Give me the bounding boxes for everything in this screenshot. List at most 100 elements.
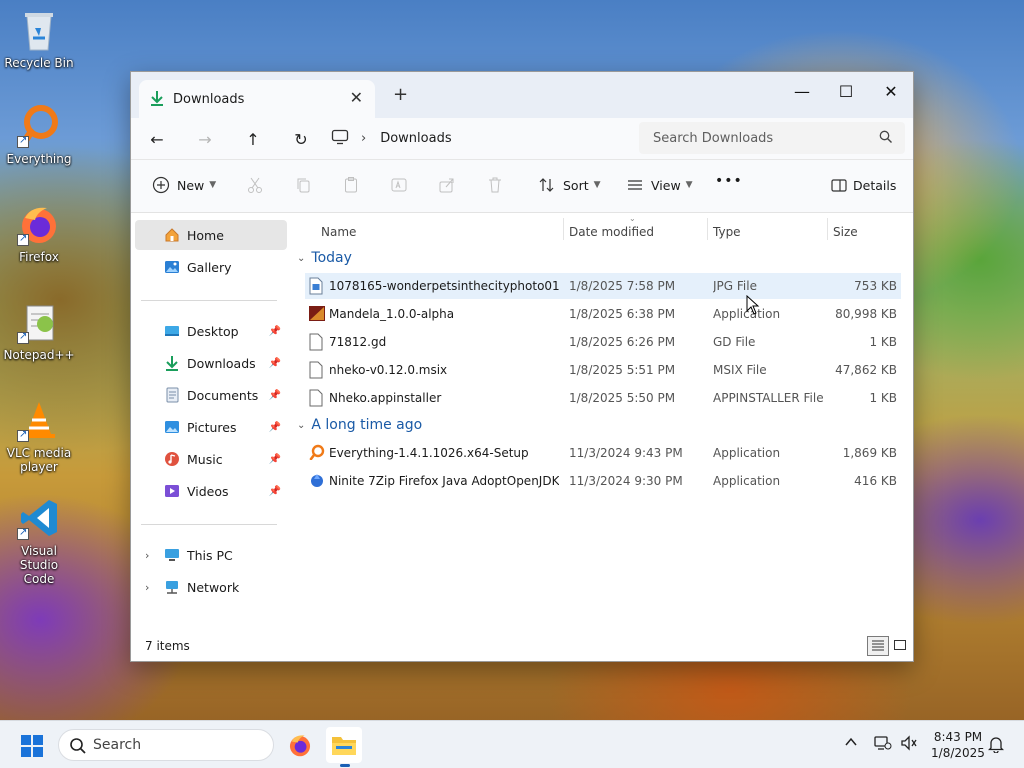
folder-icon [332,737,356,755]
pin-icon[interactable]: 📌 [269,454,281,465]
column-separator[interactable] [707,218,708,240]
taskbar-file-explorer[interactable] [326,727,362,767]
maximize-button[interactable]: ☐ [823,76,869,106]
file-date: 1/8/2025 6:38 PM [569,307,676,321]
group-header-today[interactable]: ⌄ Today [297,250,352,266]
desktop-icon-everything[interactable]: Everything [4,104,74,166]
column-header-type[interactable]: Type [713,220,741,244]
desktop-icon-notepad-plus-plus[interactable]: Notepad++ [3,300,75,362]
notification-bell-icon[interactable] [987,735,1005,757]
sidebar-item-network[interactable]: › Network [135,572,287,602]
desktop-icon-label: Everything [6,152,72,166]
minimize-button[interactable]: — [779,76,825,106]
file-type: GD File [713,335,756,349]
sidebar-item-gallery[interactable]: Gallery [135,252,287,282]
desktop-folder-icon [163,322,181,340]
pin-icon[interactable]: 📌 [269,390,281,401]
group-header-long-ago[interactable]: ⌄ A long time ago [297,417,422,433]
sidebar-item-label: Pictures [187,419,237,435]
network-status-icon[interactable] [874,735,892,755]
file-row[interactable]: Nheko.appinstaller 1/8/2025 5:50 PM APPI… [305,385,901,411]
sidebar-item-this-pc[interactable]: › This PC [135,540,287,570]
details-view-button[interactable] [867,636,889,656]
monitor-icon[interactable] [331,129,349,148]
details-pane-button[interactable]: Details [829,175,896,195]
desktop-icon-firefox[interactable]: Firefox [4,202,74,264]
search-input[interactable]: Search Downloads [639,122,905,154]
sort-button[interactable]: Sort ▼ [537,175,601,195]
close-window-button[interactable]: ✕ [868,76,914,106]
view-button[interactable]: View ▼ [625,175,693,195]
chevron-down-icon: ▼ [685,180,693,190]
sidebar-item-label: Network [187,579,240,595]
taskbar-search-box[interactable]: Search [58,729,274,761]
clipboard-icon [341,175,361,195]
file-row[interactable]: Everything-1.4.1.1026.x64-Setup 11/3/202… [305,440,901,466]
taskbar-firefox[interactable] [282,727,318,763]
sidebar-item-label: This PC [187,547,233,563]
pin-icon[interactable]: 📌 [269,358,281,369]
share-button[interactable] [437,175,457,195]
chevron-right-icon[interactable]: › [145,581,149,594]
file-type: JPG File [713,279,757,293]
file-row[interactable]: 71812.gd 1/8/2025 6:26 PM GD File 1 KB [305,329,901,355]
shortcut-arrow-icon [17,330,29,344]
download-arrow-icon [149,90,165,109]
breadcrumb-downloads[interactable]: Downloads [380,131,451,146]
up-button[interactable]: ↑ [241,127,265,151]
chevron-right-icon[interactable]: › [145,549,149,562]
sidebar-item-videos[interactable]: Videos 📌 [135,476,287,506]
sort-label: Sort [563,177,589,193]
volume-muted-icon[interactable] [900,735,918,755]
column-separator[interactable] [563,218,564,240]
file-type: Application [713,474,781,488]
rename-button[interactable] [389,175,409,195]
scissors-icon [245,175,265,195]
desktop-icon-recycle-bin[interactable]: Recycle Bin [4,8,74,70]
column-separator[interactable] [827,218,828,240]
new-button[interactable]: New ▼ [151,175,216,195]
delete-button[interactable] [485,175,505,195]
copy-button[interactable] [293,175,313,195]
new-tab-button[interactable]: + [393,84,408,105]
paste-button[interactable] [341,175,361,195]
more-options-button[interactable]: ••• [715,173,743,189]
start-button[interactable] [20,734,44,761]
show-hidden-icons-chevron-up-icon[interactable] [844,735,858,753]
address-bar[interactable]: › Downloads [331,122,631,154]
mouse-cursor-icon [746,294,760,318]
sidebar-item-pictures[interactable]: Pictures 📌 [135,412,287,442]
column-header-date-modified[interactable]: Date modified [569,220,654,244]
sidebar-item-music[interactable]: Music 📌 [135,444,287,474]
sidebar-item-home[interactable]: Home [135,220,287,250]
pin-icon[interactable]: 📌 [269,486,281,497]
sidebar-item-desktop[interactable]: Desktop 📌 [135,316,287,346]
file-row[interactable]: 1078165-wonderpetsinthecityphoto01010...… [305,273,901,299]
tab-close-icon[interactable]: ✕ [350,88,363,107]
image-file-icon [309,277,325,295]
pin-icon[interactable]: 📌 [269,422,281,433]
refresh-button[interactable]: ↻ [289,127,313,151]
sidebar-item-downloads[interactable]: Downloads 📌 [135,348,287,378]
column-header-name[interactable]: Name [321,220,356,244]
command-bar: New ▼ Sort ▼ View ▼ ••• Details [131,160,913,213]
sidebar-item-label: Home [187,227,224,243]
file-row[interactable]: nheko-v0.12.0.msix 1/8/2025 5:51 PM MSIX… [305,357,901,383]
file-row[interactable]: Ninite 7Zip Firefox Java AdoptOpenJDK x.… [305,468,901,494]
large-icons-view-button[interactable] [889,636,911,656]
back-button[interactable]: ← [145,127,169,151]
desktop-icon-vscode[interactable]: Visual Studio Code [4,496,74,586]
cut-button[interactable] [245,175,265,195]
pin-icon[interactable]: 📌 [269,326,281,337]
clock-date: 1/8/2025 [931,746,985,760]
generic-file-icon [309,361,325,379]
sidebar-item-documents[interactable]: Documents 📌 [135,380,287,410]
file-row[interactable]: Mandela_1.0.0-alpha 1/8/2025 6:38 PM App… [305,301,901,327]
file-list: Name ⌄ Date modified Type Size ⌄ Today 1… [291,214,913,634]
tab-downloads[interactable]: Downloads ✕ [139,80,375,118]
forward-button[interactable]: → [193,127,217,151]
column-header-size[interactable]: Size [833,220,858,244]
desktop-icon-vlc[interactable]: VLC media player [4,398,74,474]
file-name: Ninite 7Zip Firefox Java AdoptOpenJDK x.… [329,474,559,488]
system-clock[interactable]: 8:43 PM 1/8/2025 [926,729,990,761]
